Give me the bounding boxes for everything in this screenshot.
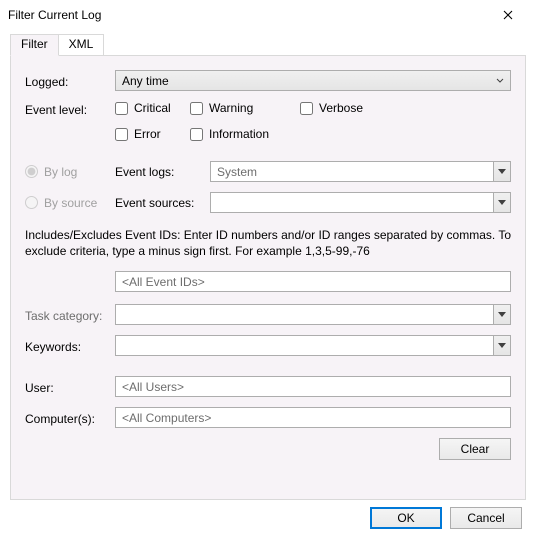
- by-source-radio-input: [25, 196, 38, 209]
- warning-checkbox-input[interactable]: [190, 102, 203, 115]
- event-logs-combo[interactable]: [210, 161, 511, 182]
- event-logs-dropdown-button[interactable]: [493, 161, 511, 182]
- error-checkbox[interactable]: Error: [115, 127, 190, 141]
- logged-label: Logged:: [25, 73, 115, 89]
- event-level-label: Event level:: [25, 101, 115, 117]
- verbose-checkbox[interactable]: Verbose: [300, 101, 390, 115]
- critical-checkbox[interactable]: Critical: [115, 101, 190, 115]
- computers-input[interactable]: [115, 407, 511, 428]
- close-icon: [503, 10, 513, 20]
- task-category-dropdown-button[interactable]: [493, 304, 511, 325]
- window-title: Filter Current Log: [8, 8, 488, 22]
- logged-dropdown[interactable]: Any time: [115, 70, 511, 91]
- critical-checkbox-input[interactable]: [115, 102, 128, 115]
- event-level-group: Critical Warning Verbose Error Informati…: [115, 101, 511, 141]
- keywords-input[interactable]: [115, 335, 493, 356]
- chevron-down-icon: [498, 200, 506, 206]
- clear-button[interactable]: Clear: [439, 438, 511, 460]
- tab-xml[interactable]: XML: [58, 34, 105, 55]
- warning-checkbox[interactable]: Warning: [190, 101, 300, 115]
- keywords-label: Keywords:: [25, 338, 115, 354]
- chevron-down-icon: [498, 312, 506, 318]
- by-source-radio: By source: [25, 196, 97, 210]
- event-sources-combo[interactable]: [210, 192, 511, 213]
- chevron-down-icon: [498, 343, 506, 349]
- computers-label: Computer(s):: [25, 410, 115, 426]
- event-sources-label: Event sources:: [115, 196, 210, 210]
- event-sources-input[interactable]: [210, 192, 493, 213]
- ok-button[interactable]: OK: [370, 507, 442, 529]
- titlebar: Filter Current Log: [0, 0, 536, 30]
- dialog-footer: OK Cancel: [370, 507, 522, 529]
- information-checkbox-input[interactable]: [190, 128, 203, 141]
- close-button[interactable]: [488, 1, 528, 29]
- keywords-combo[interactable]: [115, 335, 511, 356]
- task-category-combo[interactable]: [115, 304, 511, 325]
- help-text: Includes/Excludes Event IDs: Enter ID nu…: [25, 227, 511, 259]
- cancel-button[interactable]: Cancel: [450, 507, 522, 529]
- task-category-label: Task category:: [25, 307, 115, 323]
- chevron-down-icon: [496, 78, 504, 84]
- by-log-radio: By log: [25, 165, 77, 179]
- tab-filter[interactable]: Filter: [10, 34, 59, 56]
- error-checkbox-input[interactable]: [115, 128, 128, 141]
- event-logs-label: Event logs:: [115, 165, 210, 179]
- event-sources-dropdown-button[interactable]: [493, 192, 511, 213]
- user-input[interactable]: [115, 376, 511, 397]
- filter-tab-panel: Logged: Any time Event level: Critical W…: [10, 55, 526, 500]
- information-checkbox[interactable]: Information: [190, 127, 300, 141]
- verbose-checkbox-input[interactable]: [300, 102, 313, 115]
- tabs: Filter XML: [10, 34, 526, 55]
- keywords-dropdown-button[interactable]: [493, 335, 511, 356]
- event-ids-input[interactable]: [115, 271, 511, 292]
- chevron-down-icon: [498, 169, 506, 175]
- event-logs-input: [210, 161, 493, 182]
- by-log-radio-input: [25, 165, 38, 178]
- task-category-input: [115, 304, 493, 325]
- logged-dropdown-value: Any time: [122, 74, 169, 88]
- user-label: User:: [25, 379, 115, 395]
